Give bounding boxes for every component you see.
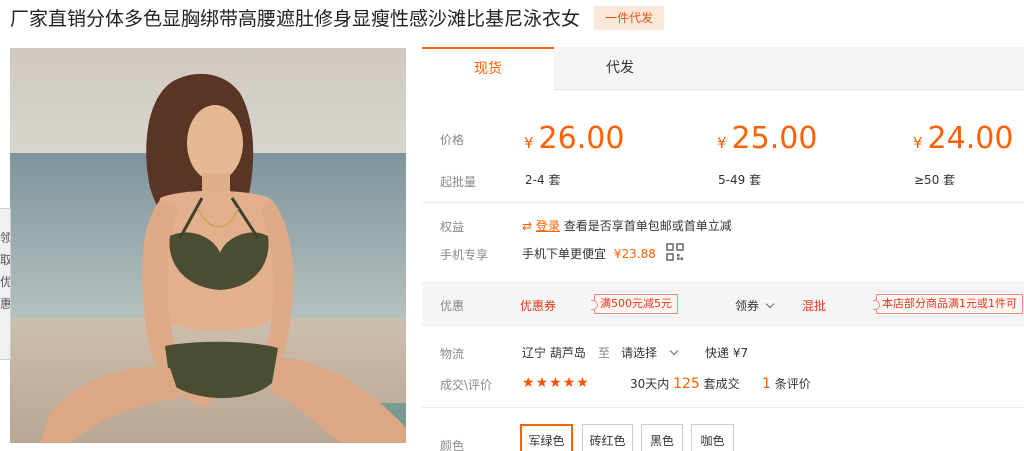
qty-unit: 套 [749,173,762,187]
qty-tier-2: 5-49 套 [718,171,761,188]
divider [422,407,1024,408]
mobile-row: 手机下单更便宜 ¥23.88 [522,245,656,262]
shipping-fee: 快递 ¥7 [705,346,749,360]
divider [422,202,1024,203]
mobile-text: 手机下单更便宜 [522,247,607,261]
reviews-suffix: 条评价 [774,377,811,391]
logistics-origin: 辽宁 葫芦岛 [522,346,586,360]
qty-tier-2-range: 5-49 [718,173,746,187]
logistics-to: 至 [598,346,611,360]
currency-symbol: ¥ [717,134,727,152]
qty-tier-1-range: 2-4 [525,173,545,187]
destination-selector[interactable]: 请选择 [621,344,679,361]
deals-period: 30天内 [630,377,670,391]
price-tier-2-value: 25.00 [731,121,818,156]
destination-label: 请选择 [621,346,658,360]
color-label: 颜色 [440,439,465,451]
star-icon: ★ [549,375,563,391]
login-icon: ⇄ [522,219,533,233]
qty-unit: 套 [548,173,561,187]
product-photo[interactable] [10,48,406,443]
reviews-link[interactable]: 1 条评价 [762,375,811,392]
price-tier-1: ¥26.00 [524,119,624,163]
price-tier-3-value: 24.00 [927,121,1014,156]
moq-label: 起批量 [440,175,477,189]
color-option-brick-red[interactable]: 砖红色 [582,424,633,451]
price-tier-3: ¥24.00 [913,119,1013,163]
mobile-price: ¥23.88 [613,247,656,261]
offer-tabs: 现货 代发 [422,47,1024,91]
star-icon: ★ [522,375,536,391]
qty-tier-1: 2-4 套 [525,171,560,188]
benefits-label: 权益 [440,220,465,234]
qty-tier-3: ≥50 套 [914,171,955,188]
deals-label: 成交\评价 [440,378,493,392]
tab-in-stock[interactable]: 现货 [422,47,554,91]
side-coupon-tab-label: 领取优惠 [0,231,11,311]
rating-stars: ★★★★★ [522,375,590,391]
deals-summary: 30天内 125 套成交 [630,375,740,392]
coupon-tag[interactable]: 满500元减5元 [591,294,678,314]
claim-coupon-button[interactable]: 领券 [735,297,775,314]
reviews-count: 1 [762,376,771,392]
chevron-down-icon [765,299,775,309]
deals-count: 125 [673,376,700,392]
claim-coupon-label: 领券 [735,299,760,313]
purchase-panel: 现货 代发 价格 ¥26.00 ¥25.00 ¥24.00 起批量 2-4 套 … [422,47,1024,451]
dropship-badge[interactable]: 一件代发 [594,6,664,30]
coupon-title: 优惠券 [520,299,557,313]
qty-tier-3-range: ≥50 [914,173,940,187]
color-option-army-green[interactable]: 军绿色 [520,424,573,451]
promotions-label: 优惠 [440,299,465,313]
color-option-black[interactable]: 黑色 [641,424,683,451]
mixed-batch-title: 混批 [802,299,827,313]
star-icon: ★ [535,375,550,391]
product-title: 厂家直销分体多色显胸绑带高腰遮肚修身显瘦性感沙滩比基尼泳衣女 [10,8,581,30]
color-option-coffee[interactable]: 咖色 [691,424,734,451]
currency-symbol: ¥ [913,134,923,152]
star-icon: ★ [576,375,590,391]
price-tier-2: ¥25.00 [717,119,817,163]
currency-symbol: ¥ [524,134,534,152]
deals-count-suffix: 套成交 [703,377,740,391]
tab-dropship[interactable]: 代发 [554,47,686,90]
login-link[interactable]: 登录 [536,219,560,233]
price-tier-1-value: 26.00 [538,121,625,156]
benefits-row: ⇄ 登录 查看是否享首单包邮或首单立减 [522,217,732,234]
price-label: 价格 [440,133,465,147]
qr-code-icon[interactable] [666,243,684,261]
qty-unit: 套 [943,173,956,187]
star-icon: ★ [562,375,577,391]
product-photo-illustration [10,48,406,443]
mobile-label: 手机专享 [440,248,489,262]
promotions-section: 优惠 优惠券 满500元减5元 领券 混批 本店部分商品满1元或1件可 [422,282,1024,326]
logistics-label: 物流 [440,347,465,361]
side-coupon-tab[interactable]: 领取优惠 [0,208,11,360]
mixed-batch-tag[interactable]: 本店部分商品满1元或1件可 [873,294,1023,314]
chevron-down-icon [669,346,679,356]
benefits-text: 查看是否享首单包邮或首单立减 [563,219,732,233]
